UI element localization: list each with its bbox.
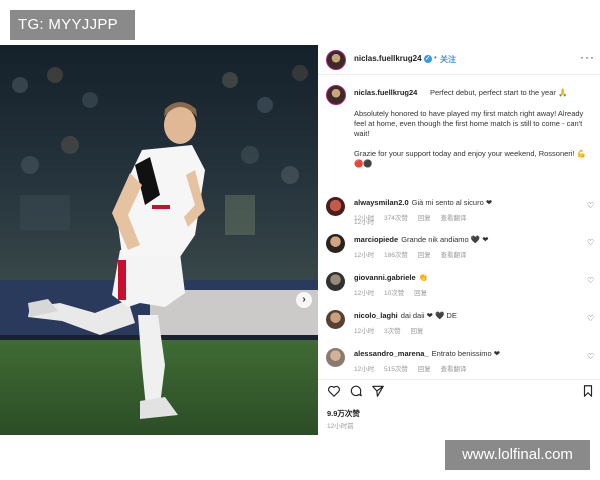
- caption-paragraph: Absolutely honored to have played my fir…: [354, 109, 584, 138]
- comment-time: 12小时: [354, 366, 375, 373]
- comment-text: 👏: [418, 273, 429, 282]
- caption-first-line: Perfect debut, perfect start to the year…: [430, 88, 568, 97]
- comment-item: giovanni.gabriele 👏 12小时 10次赞 回复 ♡: [318, 271, 600, 307]
- comment-item: alessandro_marena_ Entrato benissimo ❤ 12…: [318, 347, 600, 383]
- caption-username[interactable]: niclas.fuellkrug24: [354, 88, 417, 97]
- comment-like-heart-icon[interactable]: ♡: [587, 276, 594, 285]
- translate-button[interactable]: 查看翻译: [441, 215, 467, 222]
- comment-like-heart-icon[interactable]: ♡: [587, 238, 594, 247]
- post-sidebar: niclas.fuellkrug24 ✓ • 关注 ··· niclas.fuel…: [318, 45, 600, 435]
- comment-time: 12小时: [354, 290, 375, 297]
- watermark-top: TG: MYYJJPP: [10, 10, 135, 40]
- share-icon[interactable]: [371, 384, 385, 398]
- caption-avatar[interactable]: [326, 85, 346, 105]
- author-avatar[interactable]: [326, 50, 346, 70]
- comment-text: dai daii ❤ 🖤 DE: [400, 311, 457, 320]
- football-player-image: [0, 45, 318, 435]
- comment-icon[interactable]: [349, 384, 363, 398]
- post-timestamp: 12小时前: [327, 423, 354, 430]
- commenter-avatar[interactable]: [326, 348, 345, 367]
- reply-button[interactable]: 回复: [418, 215, 431, 222]
- post-like-count[interactable]: 9.9万次赞: [327, 408, 360, 419]
- comment-text: Già mi sento al sicuro ❤: [411, 198, 493, 207]
- comment-item: nicolo_laghi dai daii ❤ 🖤 DE 12小时 3次赞 回复 …: [318, 309, 600, 345]
- comment-item: alwaysmilan2.0 Già mi sento al sicuro ❤ 1…: [318, 196, 600, 232]
- comment-likes[interactable]: 515次赞: [384, 366, 408, 373]
- commenter-avatar[interactable]: [326, 234, 345, 253]
- comment-time: 12小时: [354, 215, 375, 222]
- header-separator: •: [434, 53, 437, 62]
- comment-username[interactable]: alwaysmilan2.0: [354, 198, 409, 207]
- comment-like-heart-icon[interactable]: ♡: [587, 314, 594, 323]
- comment-time: 12小时: [354, 328, 375, 335]
- comment-item: marciopiede Grande nik andiamo 🖤 ❤ 12小时 1…: [318, 233, 600, 269]
- commenter-avatar[interactable]: [326, 272, 345, 291]
- verified-badge-icon: ✓: [423, 54, 432, 63]
- comment-username[interactable]: alessandro_marena_: [354, 349, 429, 358]
- reply-button[interactable]: 回复: [414, 290, 427, 297]
- watermark-bottom: www.lolfinal.com: [445, 440, 590, 470]
- commenter-avatar[interactable]: [326, 310, 345, 329]
- post-photo[interactable]: ›: [0, 45, 318, 435]
- comment-likes[interactable]: 186次赞: [384, 252, 408, 259]
- commenter-avatar[interactable]: [326, 197, 345, 216]
- post-action-bar: 9.9万次赞 12小时前: [318, 379, 600, 435]
- next-image-arrow-icon[interactable]: ›: [296, 292, 312, 308]
- comment-text: Entrato benissimo ❤: [431, 349, 501, 358]
- translate-button[interactable]: 查看翻译: [441, 366, 467, 373]
- translate-button[interactable]: 查看翻译: [441, 252, 467, 259]
- caption-paragraph: Grazie for your support today and enjoy …: [354, 149, 586, 168]
- more-horizontal-icon[interactable]: ···: [580, 50, 595, 64]
- comment-text: Grande nik andiamo 🖤 ❤: [401, 235, 489, 244]
- reply-button[interactable]: 回复: [410, 328, 423, 335]
- comment-time: 12小时: [354, 252, 375, 259]
- reply-button[interactable]: 回复: [418, 366, 431, 373]
- comment-username[interactable]: marciopiede: [354, 235, 398, 244]
- comment-username[interactable]: giovanni.gabriele: [354, 273, 416, 282]
- comment-likes[interactable]: 10次赞: [384, 290, 404, 297]
- bookmark-icon[interactable]: [581, 384, 595, 398]
- comment-likes[interactable]: 374次赞: [384, 215, 408, 222]
- comment-like-heart-icon[interactable]: ♡: [587, 201, 594, 210]
- author-username[interactable]: niclas.fuellkrug24: [354, 54, 422, 63]
- reply-button[interactable]: 回复: [418, 252, 431, 259]
- comment-like-heart-icon[interactable]: ♡: [587, 352, 594, 361]
- heart-icon[interactable]: [327, 384, 341, 398]
- comment-username[interactable]: nicolo_laghi: [354, 311, 398, 320]
- instagram-post-screenshot: › niclas.fuellkrug24 ✓ • 关注 ··· niclas.fu…: [0, 0, 600, 480]
- post-header: niclas.fuellkrug24 ✓ • 关注 ···: [318, 45, 600, 75]
- comment-likes[interactable]: 3次赞: [384, 328, 401, 335]
- caption-body: Absolutely honored to have played my fir…: [354, 109, 590, 179]
- follow-button[interactable]: 关注: [440, 54, 456, 65]
